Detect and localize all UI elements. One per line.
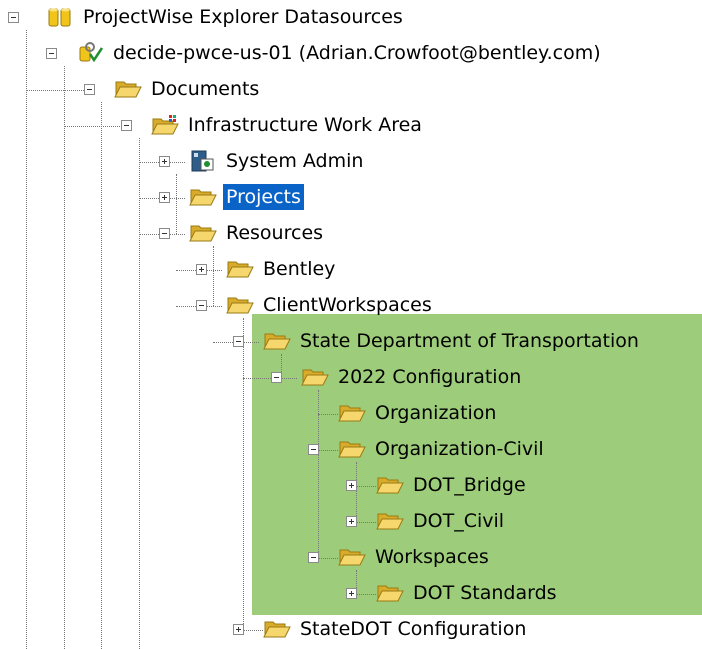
folder-open-icon [226, 258, 254, 280]
tree-node-resources[interactable]: Resources [189, 218, 326, 248]
folder-open-icon [338, 546, 366, 568]
expand-toggle[interactable] [346, 480, 357, 491]
tree-node-label: Organization-Civil [375, 438, 544, 460]
tree-node-label: DOT Standards [413, 582, 557, 604]
tree-node-system-admin[interactable]: System Admin [189, 146, 366, 176]
collapse-toggle[interactable] [308, 552, 319, 563]
tree-line [356, 522, 376, 523]
tree-node-organization-civil[interactable]: Organization-Civil [338, 434, 547, 464]
tree-line [356, 462, 357, 522]
tree-line [176, 174, 177, 234]
tree-node-organization[interactable]: Organization [338, 398, 499, 428]
tree-node-label: Organization [375, 402, 497, 424]
tree-line [64, 126, 124, 127]
collapse-toggle[interactable] [8, 12, 19, 23]
system-admin-icon [189, 150, 217, 172]
tree-node-label: StateDOT Configuration [300, 618, 527, 640]
folder-open-icon [376, 510, 404, 532]
datasource-connected-icon [76, 42, 104, 64]
tree-line [356, 594, 376, 595]
tree-line [64, 66, 65, 649]
expand-toggle[interactable] [159, 156, 170, 167]
tree-node-datasource[interactable]: decide-pwce-us-01 (Adrian.Crowfoot@bentl… [76, 38, 604, 68]
folder-open-icon [338, 402, 366, 424]
folder-tree: ProjectWise Explorer Datasources decide-… [0, 0, 702, 649]
datasources-icon [46, 6, 74, 28]
tree-node-2022-configuration[interactable]: 2022 Configuration [301, 362, 524, 392]
tree-node-work-area[interactable]: Infrastructure Work Area [151, 110, 425, 140]
tree-line [318, 414, 338, 415]
tree-node-label: Infrastructure Work Area [188, 114, 422, 136]
tree-line [26, 90, 86, 91]
collapse-toggle[interactable] [84, 84, 95, 95]
tree-node-statedot-configuration[interactable]: StateDOT Configuration [263, 614, 529, 644]
tree-line [356, 486, 376, 487]
collapse-toggle[interactable] [159, 228, 170, 239]
collapse-toggle[interactable] [233, 336, 244, 347]
tree-node-label: ClientWorkspaces [263, 294, 432, 316]
tree-node-label: DOT_Bridge [413, 474, 526, 496]
tree-line [101, 102, 102, 649]
tree-line [318, 558, 338, 559]
tree-node-bentley[interactable]: Bentley [226, 254, 338, 284]
tree-node-client-workspaces[interactable]: ClientWorkspaces [226, 290, 435, 320]
tree-line [243, 630, 263, 631]
tree-line [213, 246, 214, 306]
folder-open-icon [376, 474, 404, 496]
tree-node-dot-civil[interactable]: DOT_Civil [376, 506, 507, 536]
collapse-toggle[interactable] [308, 444, 319, 455]
folder-open-icon [114, 78, 142, 100]
tree-line [243, 318, 244, 632]
tree-node-label: Projects [223, 184, 304, 210]
expand-toggle[interactable] [196, 264, 207, 275]
tree-line [139, 138, 140, 649]
tree-node-label: Resources [226, 222, 324, 244]
tree-node-label: ProjectWise Explorer Datasources [83, 6, 403, 28]
tree-node-workspaces[interactable]: Workspaces [338, 542, 492, 572]
tree-node-projects[interactable]: Projects [189, 182, 304, 212]
tree-node-dot-standards[interactable]: DOT Standards [376, 578, 560, 608]
tree-node-label: decide-pwce-us-01 (Adrian.Crowfoot@bentl… [113, 42, 601, 64]
tree-node-label: System Admin [226, 150, 364, 172]
tree-node-label: State Department of Transportation [300, 330, 639, 352]
tree-node-label: DOT_Civil [413, 510, 505, 532]
tree-node-label: 2022 Configuration [338, 366, 522, 388]
tree-line [318, 450, 338, 451]
collapse-toggle[interactable] [121, 120, 132, 131]
work-area-folder-icon [151, 114, 179, 136]
tree-node-label: Workspaces [375, 546, 489, 568]
tree-line [26, 30, 27, 649]
folder-open-icon [263, 330, 291, 352]
tree-line [318, 390, 319, 560]
expand-toggle[interactable] [233, 624, 244, 635]
folder-open-icon [189, 186, 217, 208]
tree-node-label: Documents [151, 78, 260, 100]
expand-toggle[interactable] [159, 192, 170, 203]
folder-open-icon [376, 582, 404, 604]
folder-open-icon [189, 222, 217, 244]
collapse-toggle[interactable] [271, 372, 282, 383]
folder-open-icon [338, 438, 366, 460]
folder-open-icon [226, 294, 254, 316]
tree-node-root[interactable]: ProjectWise Explorer Datasources [46, 2, 406, 32]
collapse-toggle[interactable] [46, 48, 57, 59]
tree-line [243, 378, 297, 379]
tree-node-dot-bridge[interactable]: DOT_Bridge [376, 470, 529, 500]
tree-node-documents[interactable]: Documents [114, 74, 262, 104]
expand-toggle[interactable] [346, 516, 357, 527]
expand-toggle[interactable] [346, 588, 357, 599]
folder-open-icon [263, 618, 291, 640]
tree-node-state-dot[interactable]: State Department of Transportation [263, 326, 642, 356]
folder-open-icon [301, 366, 329, 388]
tree-node-label: Bentley [263, 258, 336, 280]
collapse-toggle[interactable] [196, 300, 207, 311]
